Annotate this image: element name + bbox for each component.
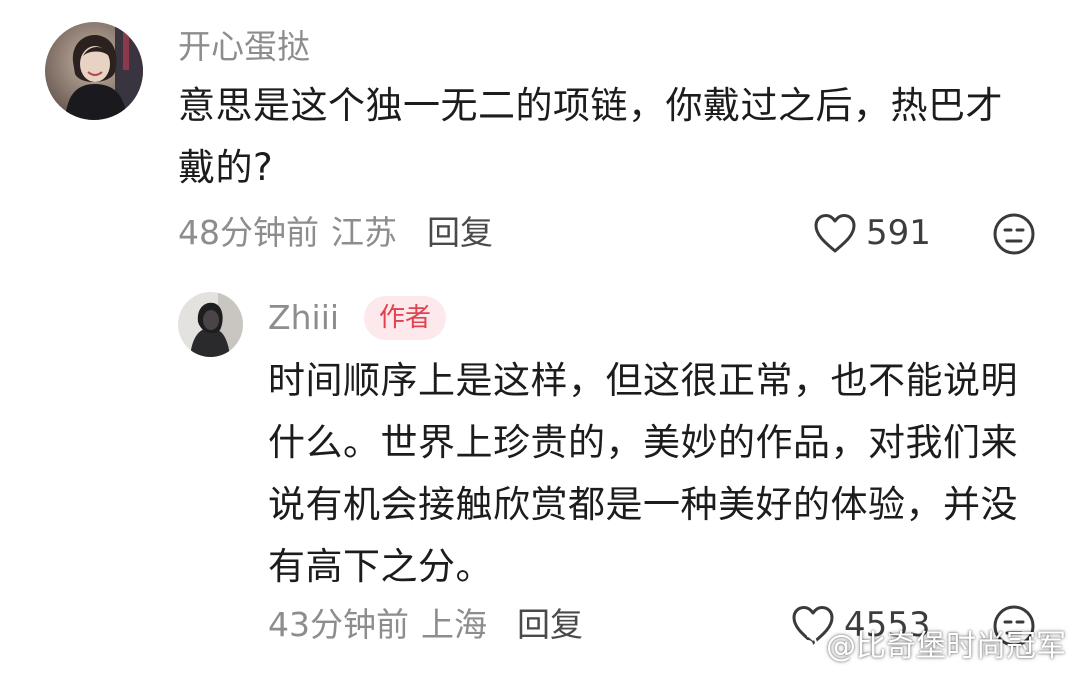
- watermark-text: @比奇堡时尚冠军: [826, 629, 1066, 664]
- author-username[interactable]: Zhiii: [268, 298, 339, 338]
- reply-location: 上海: [421, 605, 487, 644]
- commenter-username[interactable]: 开心蛋挞: [178, 27, 310, 67]
- watermark: @比奇堡时尚冠军: [778, 629, 1066, 665]
- reply-reply-button[interactable]: 回复: [517, 605, 583, 645]
- neutral-face-icon: [992, 212, 1036, 256]
- reply-button[interactable]: 回复: [427, 213, 493, 253]
- comment-text: 意思是这个独一无二的项链，你戴过之后，热巴才戴的?: [178, 84, 1003, 189]
- author-avatar[interactable]: [178, 292, 243, 357]
- comment-time: 48分钟前: [178, 213, 319, 252]
- comment-location: 江苏: [331, 213, 397, 252]
- reply-time: 43分钟前: [268, 605, 409, 644]
- like-button[interactable]: 591: [812, 212, 931, 254]
- commenter-avatar[interactable]: [45, 22, 143, 120]
- weibo-logo-icon: [778, 630, 826, 664]
- author-badge: 作者: [364, 296, 447, 340]
- reply-meta: 43分钟前 上海 回复: [268, 605, 583, 645]
- reply-text: 时间顺序上是这样，但这很正常，也不能说明什么。世界上珍贵的，美妙的作品，对我们来…: [268, 359, 1018, 588]
- heart-outline-icon: [812, 212, 858, 254]
- comment-meta: 48分钟前 江苏 回复: [178, 213, 493, 253]
- dislike-button[interactable]: [992, 212, 1036, 256]
- like-count: 591: [866, 213, 931, 253]
